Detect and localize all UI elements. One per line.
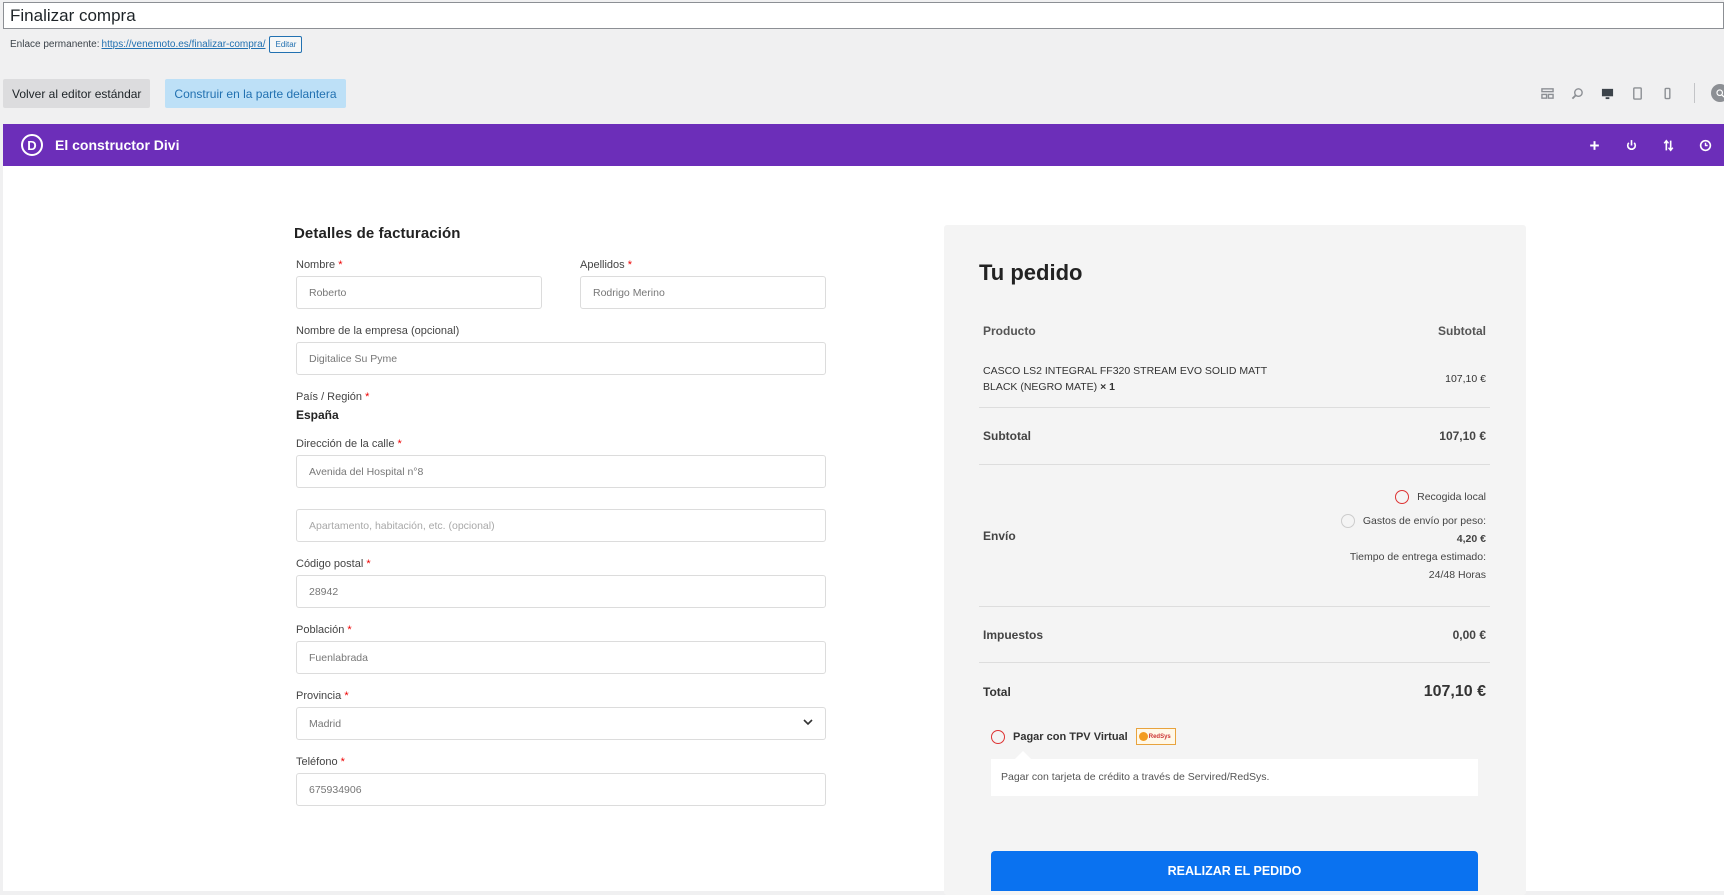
province-select[interactable]: Madrid <box>296 707 826 740</box>
province-group: Provincia * Madrid <box>296 690 826 740</box>
ship-time-value: 24/48 Horas <box>1428 568 1486 581</box>
postcode-field[interactable]: 28942 <box>296 575 826 608</box>
total-value: 107,10 € <box>1423 682 1486 700</box>
permalink-link[interactable]: https://venemoto.es/finalizar-compra/ <box>102 39 266 50</box>
col-subtotal: Subtotal <box>1438 324 1486 338</box>
power-icon[interactable] <box>1613 139 1650 152</box>
product-name: CASCO LS2 INTEGRAL FF320 STREAM EVO SOLI… <box>983 364 1267 393</box>
radio-icon[interactable] <box>1340 513 1355 528</box>
layout-icon[interactable] <box>1540 86 1554 100</box>
tablet-icon[interactable] <box>1630 86 1644 100</box>
place-order-button[interactable]: REALIZAR EL PEDIDO <box>991 851 1478 891</box>
first-name-field[interactable]: Roberto <box>296 276 542 309</box>
company-label: Nombre de la empresa (opcional) <box>296 325 460 337</box>
chevron-down-icon <box>803 717 813 730</box>
payment-method-label: Pagar con TPV Virtual <box>1013 730 1128 743</box>
order-heading: Tu pedido <box>979 260 1083 285</box>
ship-option-local[interactable]: Recogida local <box>1341 488 1486 506</box>
product-price: 107,10 € <box>1445 372 1486 385</box>
province-label: Provincia * <box>296 690 349 702</box>
shipping-options: Recogida local Gastos de envío por peso:… <box>1340 488 1486 584</box>
country-group: País / Región * España <box>296 391 826 422</box>
editor-buttons: Volver al editor estándar Construir en l… <box>3 79 346 108</box>
billing-details: Detalles de facturación Nombre * Roberto… <box>294 225 826 822</box>
subtotal-row: Subtotal 107,10 € <box>979 408 1490 465</box>
company-group: Nombre de la empresa (opcional) Digitali… <box>296 325 826 375</box>
phone-field[interactable]: 675934906 <box>296 773 826 806</box>
apartment-field[interactable]: Apartamento, habitación, etc. (opcional) <box>296 509 826 542</box>
builder-canvas: Detalles de facturación Nombre * Roberto… <box>3 166 1724 895</box>
zoom-icon[interactable] <box>1570 86 1584 100</box>
tax-row: Impuestos 0,00 € <box>979 607 1490 663</box>
postcode-group: Código postal * 28942 <box>296 558 826 608</box>
first-name-label: Nombre * <box>296 259 343 271</box>
payment-method[interactable]: Pagar con TPV Virtual RedSys <box>991 728 1490 745</box>
order-review: Tu pedido Producto Subtotal CASCO LS2 IN… <box>944 225 1526 895</box>
payment-description: Pagar con tarjeta de crédito a través de… <box>991 751 1478 796</box>
history-icon[interactable] <box>1687 139 1724 152</box>
last-name-label: Apellidos * <box>580 259 632 271</box>
total-label: Total <box>983 684 1011 699</box>
last-name-field[interactable]: Rodrigo Merino <box>580 276 826 309</box>
phone-label: Teléfono * <box>296 756 345 768</box>
phone-icon[interactable] <box>1660 86 1674 100</box>
postcode-label: Código postal * <box>296 558 371 570</box>
ship-option-weight[interactable]: Gastos de envío por peso: <box>1340 512 1486 530</box>
total-row: Total 107,10 € <box>979 663 1490 720</box>
divi-logo: D <box>21 134 43 156</box>
divi-builder-bar: D El constructor Divi <box>3 124 1724 166</box>
province-value: Madrid <box>309 717 342 730</box>
city-field[interactable]: Fuenlabrada <box>296 641 826 674</box>
view-toolbar <box>1540 83 1724 103</box>
page-title-input[interactable]: Finalizar compra <box>3 2 1724 29</box>
company-field[interactable]: Digitalice Su Pyme <box>296 342 826 375</box>
desktop-icon[interactable] <box>1600 86 1614 100</box>
standard-editor-button[interactable]: Volver al editor estándar <box>3 79 151 108</box>
redsys-logo: RedSys <box>1135 728 1176 745</box>
permalink-label: Enlace permanente: <box>10 39 100 50</box>
phone-group: Teléfono * 675934906 <box>296 756 826 806</box>
street-label: Dirección de la calle * <box>296 438 402 450</box>
radio-icon[interactable] <box>991 729 1005 744</box>
street-field[interactable]: Avenida del Hospital n°8 <box>296 455 826 488</box>
street-group: Dirección de la calle * Avenida del Hosp… <box>296 438 826 542</box>
subtotal-label: Subtotal <box>983 429 1031 443</box>
city-label: Población * <box>296 624 352 636</box>
order-table-header: Producto Subtotal <box>979 312 1490 350</box>
edit-permalink-button[interactable]: Editar <box>269 36 303 53</box>
tax-label: Impuestos <box>983 627 1044 642</box>
order-table: Producto Subtotal CASCO LS2 INTEGRAL FF3… <box>979 312 1490 720</box>
subtotal-value: 107,10 € <box>1439 429 1486 443</box>
add-icon[interactable] <box>1576 139 1613 152</box>
divi-actions <box>1576 124 1724 166</box>
sort-icon[interactable] <box>1650 138 1687 152</box>
frontend-builder-button[interactable]: Construir en la parte delantera <box>165 79 346 108</box>
name-row: Nombre * Roberto Apellidos * Rodrigo Mer… <box>296 259 826 309</box>
ship-option-price: 4,20 € <box>1456 532 1486 545</box>
toolbar-divider <box>1694 83 1695 103</box>
billing-heading: Detalles de facturación <box>294 225 461 242</box>
shipping-label: Envío <box>983 528 1016 543</box>
country-label: País / Región * <box>296 391 370 403</box>
ship-time-label: Tiempo de entrega estimado: <box>1349 550 1486 563</box>
shipping-row: Envío Recogida local Gastos de envío por… <box>979 465 1490 607</box>
tax-value: 0,00 € <box>1452 627 1486 642</box>
help-icon[interactable] <box>1711 84 1724 102</box>
col-product: Producto <box>983 324 1036 338</box>
radio-icon[interactable] <box>1395 489 1410 504</box>
country-value: España <box>296 408 339 422</box>
permalink: Enlace permanente: https://venemoto.es/f… <box>10 36 303 53</box>
order-item-row: CASCO LS2 INTEGRAL FF320 STREAM EVO SOLI… <box>979 350 1490 408</box>
divi-title: El constructor Divi <box>55 137 180 153</box>
city-group: Población * Fuenlabrada <box>296 624 826 674</box>
